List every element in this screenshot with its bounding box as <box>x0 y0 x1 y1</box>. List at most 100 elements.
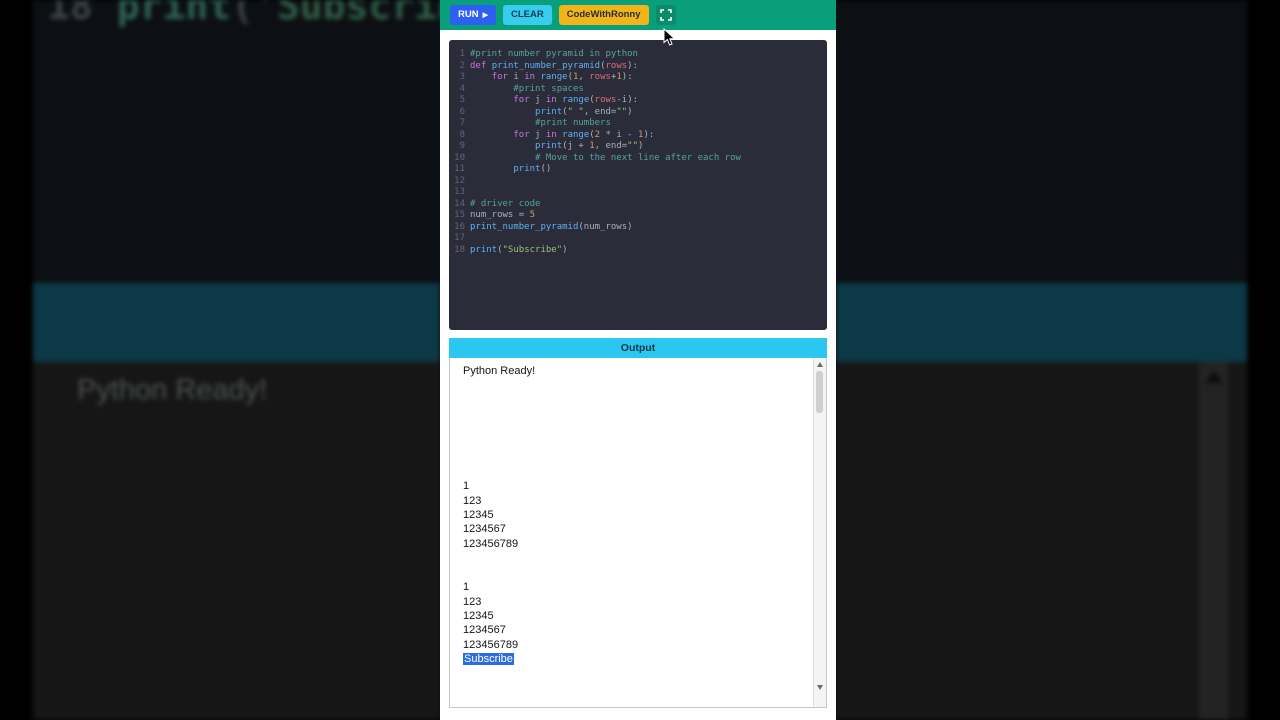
code-line: 16 print_number_pyramid(num_rows) <box>452 222 823 234</box>
code-text: def print_number_pyramid(rows): <box>470 60 639 71</box>
code-line: 11 print() <box>452 164 823 176</box>
play-icon: ▶ <box>482 11 488 19</box>
output-line: 1 <box>463 480 470 493</box>
output-line: 1234567 <box>463 624 506 637</box>
line-number: 15 <box>454 210 465 220</box>
run-button[interactable]: RUN ▶ <box>450 5 496 25</box>
code-text: #print numbers <box>535 118 611 128</box>
background-scrollbar <box>1199 362 1228 720</box>
fullscreen-icon <box>659 9 672 21</box>
line-number: 7 <box>459 118 465 128</box>
code-line: 13 <box>452 187 823 199</box>
line-number: 16 <box>454 221 465 232</box>
background-output-band-left <box>33 283 440 362</box>
code-text: print_number_pyramid(num_rows) <box>470 221 633 232</box>
line-number: 8 <box>459 129 465 140</box>
code-line: 14 # driver code <box>452 199 823 211</box>
output-line: 123456789 <box>463 537 519 550</box>
code-text: #print spaces <box>513 83 584 94</box>
line-number: 14 <box>454 198 465 209</box>
background-code-open-paren: ( <box>231 0 255 28</box>
code-text: # Move to the next line after each row <box>535 152 741 163</box>
output-line: 1 <box>463 581 470 594</box>
output-line: Subscribe <box>463 652 810 666</box>
line-number: 18 <box>454 244 465 255</box>
code-line: 6 print(" ", end="") <box>452 107 823 119</box>
scroll-thumb[interactable] <box>816 371 823 413</box>
code-text: # driver code <box>470 198 541 209</box>
background-panel-left: Python Ready! <box>33 362 440 720</box>
background-code-function: print <box>116 0 232 28</box>
code-text: print() <box>513 164 552 174</box>
clear-button[interactable]: CLEAR <box>502 5 552 25</box>
code-line: 9 print(j + 1, end="") <box>452 141 823 153</box>
output-line: Python Ready! <box>463 365 536 377</box>
code-line: 1 #print number pyramid in python <box>452 49 823 61</box>
line-number: 17 <box>454 233 465 243</box>
line-number: 1 <box>459 49 465 59</box>
line-number: 9 <box>459 141 465 151</box>
output-line: 123456789 <box>463 638 519 651</box>
fullscreen-button[interactable] <box>655 5 676 25</box>
background-output-band-right <box>836 283 1247 362</box>
line-number: 4 <box>459 83 465 94</box>
code-text: print(" ", end="") <box>535 106 633 117</box>
toolbar: RUN ▶ CLEAR CodeWithRonny <box>440 0 836 30</box>
run-button-label: RUN <box>458 9 479 21</box>
output-line: 123 <box>463 494 482 507</box>
code-line: 3 for i in range(1, rows+1): <box>452 72 823 84</box>
scroll-down-icon <box>816 684 823 690</box>
code-line: 2 def print_number_pyramid(rows): <box>452 61 823 73</box>
output-line: 1234567 <box>463 523 506 536</box>
background-code-line-number: 18 <box>47 0 93 28</box>
output-line: 12345 <box>463 609 494 622</box>
code-text: print(j + 1, end="") <box>535 141 644 151</box>
scroll-up-button[interactable] <box>814 358 826 370</box>
code-text: #print number pyramid in python <box>470 49 638 59</box>
code-text: print("Subscribe") <box>470 244 568 255</box>
line-number: 6 <box>459 106 465 117</box>
output-line: 12345 <box>463 509 494 522</box>
line-number: 12 <box>454 175 465 186</box>
line-number: 10 <box>454 152 465 163</box>
line-number: 13 <box>454 187 465 197</box>
code-line: 18 print("Subscribe") <box>452 245 823 257</box>
code-text: for j in range(rows-i): <box>513 95 639 105</box>
background-ready-text: Python Ready! <box>77 374 268 406</box>
brand-button[interactable]: CodeWithRonny <box>558 5 649 25</box>
output-panel: Python Ready! 1 123 12345 1234567 123456789 … <box>449 358 827 708</box>
scroll-up-icon <box>817 361 823 367</box>
code-editor[interactable]: 1 #print number pyramid in python 2 def pri… <box>449 40 827 330</box>
code-line: 10 # Move to the next line after each ro… <box>452 153 823 165</box>
code-line: 4 #print spaces <box>452 84 823 96</box>
code-line: 5 for j in range(rows-i): <box>452 95 823 107</box>
background-scroll-up-icon <box>1204 371 1223 383</box>
background-panel-right <box>836 362 1247 720</box>
code-text: for i in range(1, rows+1): <box>491 72 633 82</box>
code-line: 8 for j in range(2 * i - 1): <box>452 130 823 142</box>
code-line: 17 <box>452 233 823 245</box>
line-number: 2 <box>459 60 465 71</box>
line-number: 5 <box>459 95 465 105</box>
code-line: 15 num_rows = 5 <box>452 210 823 222</box>
output-scrollbar[interactable] <box>813 358 826 707</box>
code-text: for j in range(2 * i - 1): <box>513 129 655 140</box>
code-line: 7 #print numbers <box>452 118 823 130</box>
code-text: num_rows = 5 <box>470 210 536 220</box>
scroll-down-button[interactable] <box>814 681 825 693</box>
output-header: Output <box>449 338 827 358</box>
output-line: 123 <box>463 595 482 608</box>
line-number: 11 <box>454 164 465 174</box>
line-number: 3 <box>459 72 465 82</box>
